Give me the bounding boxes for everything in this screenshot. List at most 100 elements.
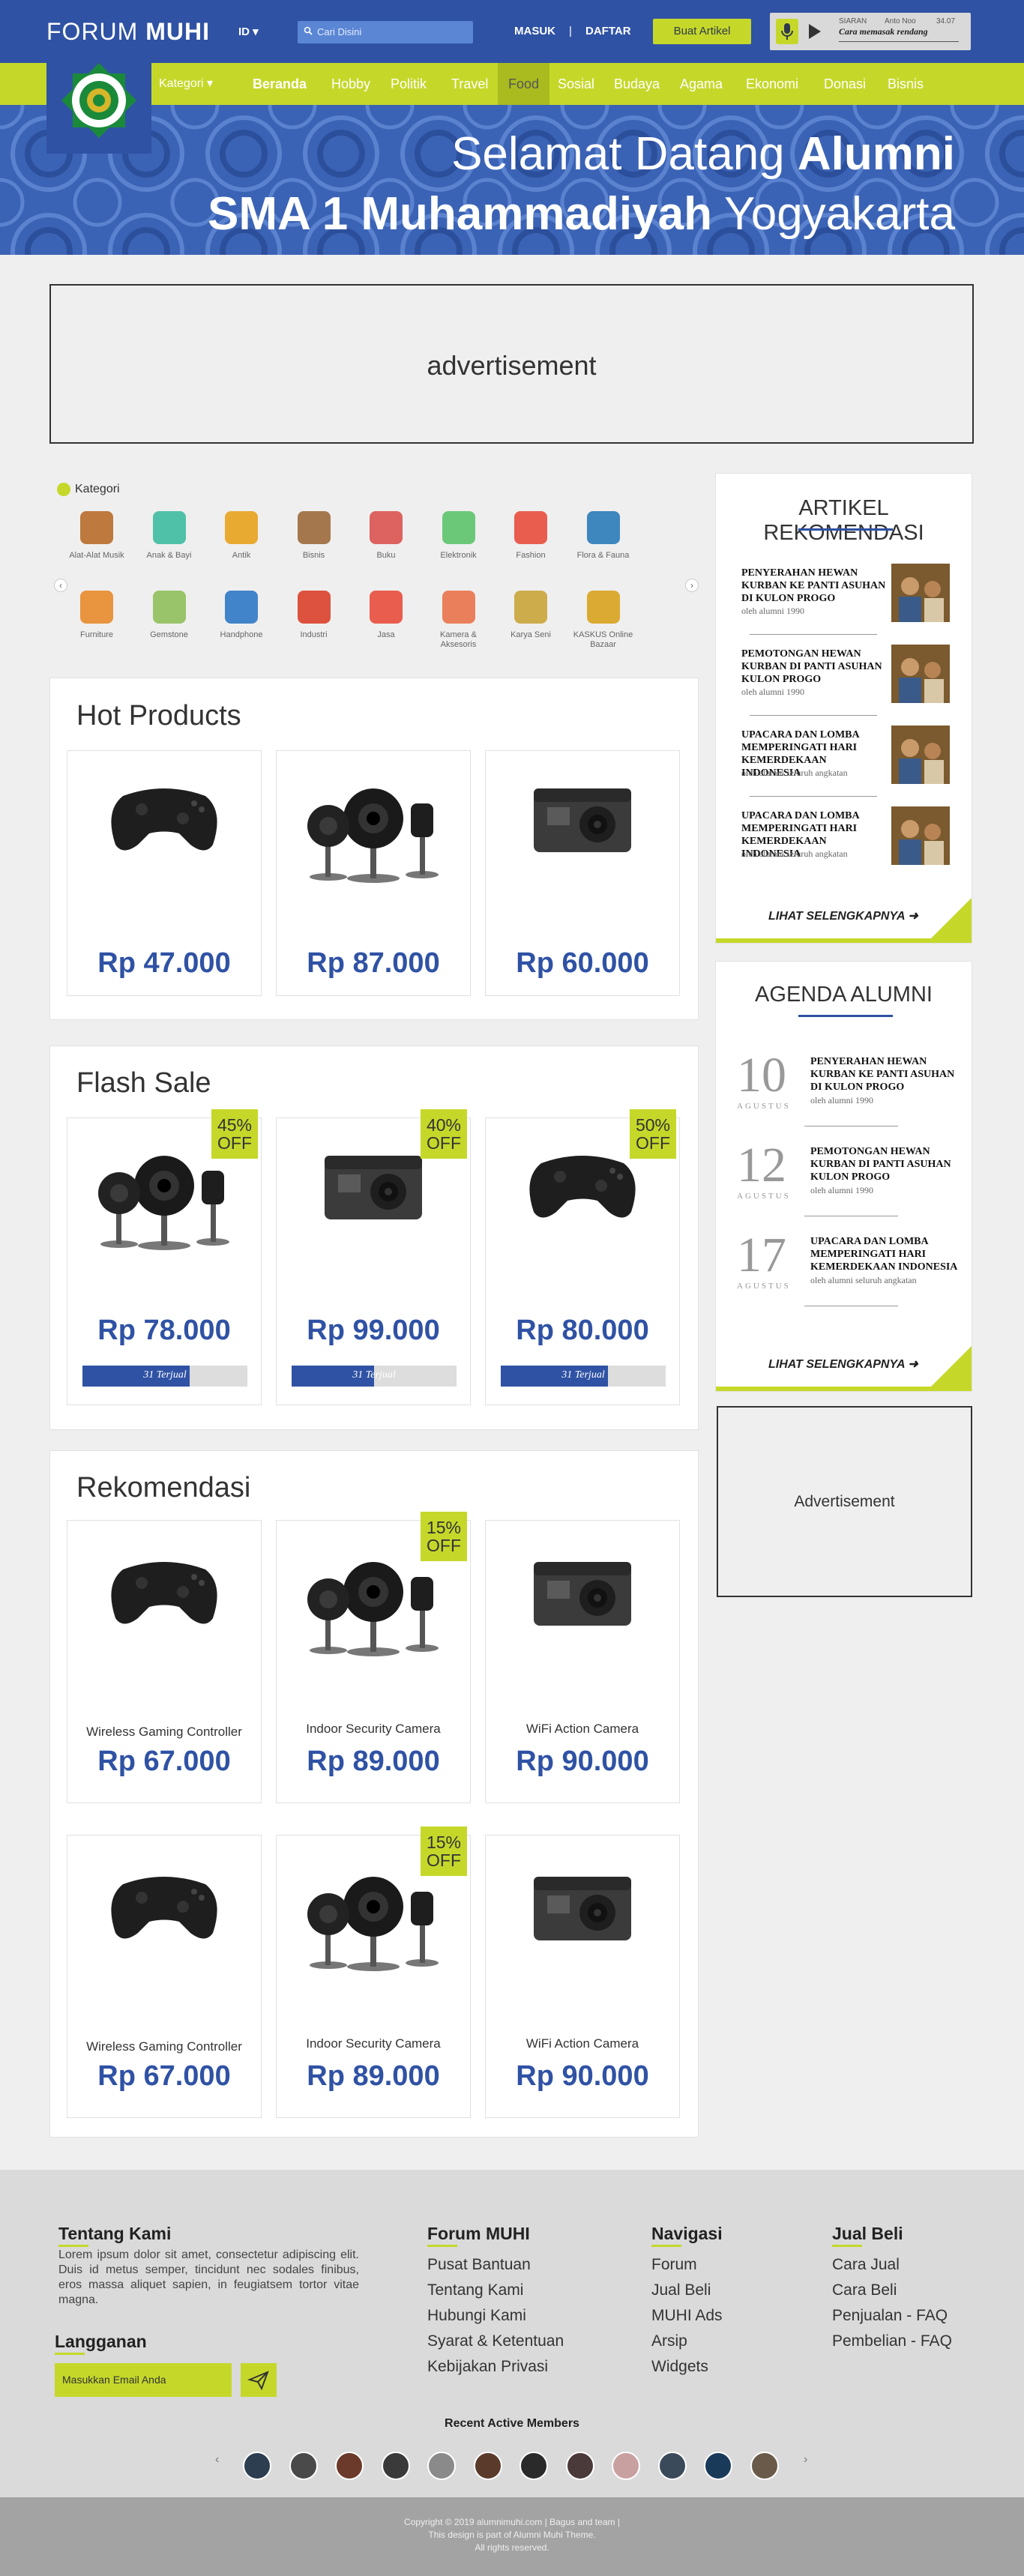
category-label[interactable]: Karya Seni: [495, 630, 567, 640]
category-label[interactable]: Fashion: [495, 551, 567, 561]
language-selector[interactable]: ID ▾: [238, 25, 259, 38]
product-card[interactable]: Rp 87.000: [276, 750, 471, 996]
category-label[interactable]: Bisnis: [278, 551, 350, 561]
agenda-see-more-link[interactable]: LIHAT SELENGKAPNYA ➜: [768, 1357, 918, 1372]
subscribe-button[interactable]: [241, 2363, 277, 2397]
write-article-button[interactable]: Buat Artikel: [653, 19, 751, 44]
category-label[interactable]: Furniture: [61, 630, 133, 640]
school-logo[interactable]: [46, 54, 151, 154]
nav-item-politik[interactable]: Politik: [391, 63, 427, 105]
category-label[interactable]: Gemstone: [133, 630, 205, 640]
search-input[interactable]: Cari Disini: [298, 21, 473, 43]
article-thumbnail[interactable]: [891, 806, 950, 865]
agenda-title-link[interactable]: UPACARA DAN LOMBA MEMPERINGATI HARI KEME…: [810, 1235, 964, 1273]
footer-link[interactable]: Penjualan - FAQ: [832, 2307, 948, 2325]
product-image[interactable]: [486, 1547, 679, 1641]
category-label[interactable]: Jasa: [350, 630, 422, 640]
members-next-arrow[interactable]: ›: [804, 2453, 807, 2467]
footer-link[interactable]: Tentang Kami: [427, 2281, 523, 2299]
product-image[interactable]: [67, 773, 261, 867]
member-avatar[interactable]: [335, 2452, 364, 2480]
member-avatar[interactable]: [704, 2452, 732, 2480]
footer-link[interactable]: Hubungi Kami: [427, 2307, 526, 2325]
footer-link[interactable]: Cara Jual: [832, 2256, 900, 2274]
advertisement-banner[interactable]: advertisement: [49, 284, 974, 444]
footer-link[interactable]: Forum: [651, 2256, 697, 2274]
category-antik-icon[interactable]: [225, 511, 258, 544]
article-thumbnail[interactable]: [891, 645, 950, 703]
flash-product-card[interactable]: 45% OFF Rp 78.000 31 Terjual: [67, 1109, 262, 1405]
article-title-link[interactable]: PENYERAHAN HEWAN KURBAN KE PANTI ASUHAN …: [741, 567, 888, 605]
category-label[interactable]: Handphone: [205, 630, 277, 640]
footer-link[interactable]: Cara Beli: [832, 2281, 897, 2299]
nav-item-beranda[interactable]: Beranda: [253, 63, 307, 105]
member-avatar[interactable]: [519, 2452, 548, 2480]
category-alat-alat-musik-icon[interactable]: [80, 511, 113, 544]
radio-player[interactable]: SIARAN Anto Noo 34.07 Cara memasak renda…: [770, 13, 971, 50]
article-title-link[interactable]: PEMOTONGAN HEWAN KURBAN DI PANTI ASUHAN …: [741, 648, 888, 686]
member-avatar[interactable]: [612, 2452, 640, 2480]
play-icon[interactable]: [809, 24, 821, 39]
nav-item-food[interactable]: Food: [498, 63, 549, 105]
recommended-product-card[interactable]: Wireless Gaming Controller Rp 67.000: [67, 1520, 262, 1803]
register-link[interactable]: DAFTAR: [585, 25, 631, 37]
category-handphone-icon[interactable]: [225, 591, 258, 624]
category-karya-seni-icon[interactable]: [514, 591, 547, 624]
category-next-arrow[interactable]: ›: [685, 579, 699, 592]
footer-link[interactable]: Arsip: [651, 2332, 687, 2350]
category-kaskus-online-bazaar-icon[interactable]: [586, 591, 620, 624]
category-label[interactable]: Flora & Fauna: [567, 551, 639, 561]
category-buku-icon[interactable]: [370, 511, 403, 544]
nav-item-bisnis[interactable]: Bisnis: [888, 63, 924, 105]
footer-link[interactable]: Kebijakan Privasi: [427, 2358, 548, 2376]
site-brand[interactable]: FORUM MUHI: [46, 18, 210, 46]
product-card[interactable]: Rp 60.000: [485, 750, 680, 996]
nav-item-ekonomi[interactable]: Ekonomi: [746, 63, 798, 105]
member-avatar[interactable]: [473, 2452, 502, 2480]
category-fashion-icon[interactable]: [514, 511, 547, 544]
category-label[interactable]: Alat-Alat Musik: [61, 551, 133, 561]
product-card[interactable]: Rp 47.000: [67, 750, 262, 996]
agenda-title-link[interactable]: PENYERAHAN HEWAN KURBAN KE PANTI ASUHAN …: [810, 1055, 964, 1094]
member-avatar[interactable]: [657, 2452, 687, 2480]
recommended-product-card[interactable]: WiFi Action Camera Rp 90.000: [485, 1835, 680, 2118]
footer-link[interactable]: Widgets: [651, 2358, 708, 2376]
product-image[interactable]: [277, 1547, 470, 1663]
category-label[interactable]: Anak & Bayi: [133, 551, 205, 561]
flash-product-card[interactable]: 50% OFF Rp 80.000 31 Terjual: [485, 1109, 680, 1405]
category-label[interactable]: Kamera & Aksesoris: [423, 630, 495, 650]
category-prev-arrow[interactable]: ‹: [54, 579, 67, 592]
product-image[interactable]: [486, 1862, 679, 1955]
category-label[interactable]: Industri: [278, 630, 350, 640]
recommended-product-card[interactable]: Wireless Gaming Controller Rp 67.000: [67, 1835, 262, 2118]
member-avatar[interactable]: [381, 2452, 410, 2480]
footer-link[interactable]: Syarat & Ketentuan: [427, 2332, 564, 2350]
category-furniture-icon[interactable]: [80, 591, 113, 624]
footer-link[interactable]: Pusat Bantuan: [427, 2256, 531, 2274]
product-image[interactable]: [277, 1862, 470, 1978]
footer-link[interactable]: Jual Beli: [651, 2281, 711, 2299]
footer-link[interactable]: MUHI Ads: [651, 2307, 723, 2325]
nav-item-agama[interactable]: Agama: [680, 63, 723, 105]
email-input[interactable]: Masukkan Email Anda: [55, 2363, 232, 2397]
product-image[interactable]: [67, 1862, 261, 1955]
member-avatar[interactable]: [750, 2452, 779, 2480]
article-thumbnail[interactable]: [891, 726, 950, 784]
category-bisnis-icon[interactable]: [297, 511, 331, 544]
member-avatar[interactable]: [427, 2452, 456, 2480]
product-image[interactable]: [67, 1547, 261, 1641]
nav-category-dropdown[interactable]: Kategori ▾: [159, 63, 213, 105]
side-advertisement[interactable]: Advertisement: [717, 1406, 972, 1597]
category-label[interactable]: Elektronik: [423, 551, 495, 561]
nav-item-donasi[interactable]: Donasi: [824, 63, 866, 105]
member-avatar[interactable]: [565, 2452, 594, 2480]
category-flora-fauna-icon[interactable]: [586, 511, 620, 544]
article-thumbnail[interactable]: [891, 564, 950, 622]
recommended-product-card[interactable]: WiFi Action Camera Rp 90.000: [485, 1520, 680, 1803]
footer-link[interactable]: Pembelian - FAQ: [832, 2332, 952, 2350]
member-avatar[interactable]: [289, 2452, 318, 2480]
recommended-product-card[interactable]: 15% OFF Indoor Security Camera Rp 89.000: [276, 1827, 471, 2118]
nav-item-sosial[interactable]: Sosial: [558, 63, 594, 105]
member-avatar[interactable]: [243, 2452, 271, 2480]
nav-item-travel[interactable]: Travel: [451, 63, 488, 105]
